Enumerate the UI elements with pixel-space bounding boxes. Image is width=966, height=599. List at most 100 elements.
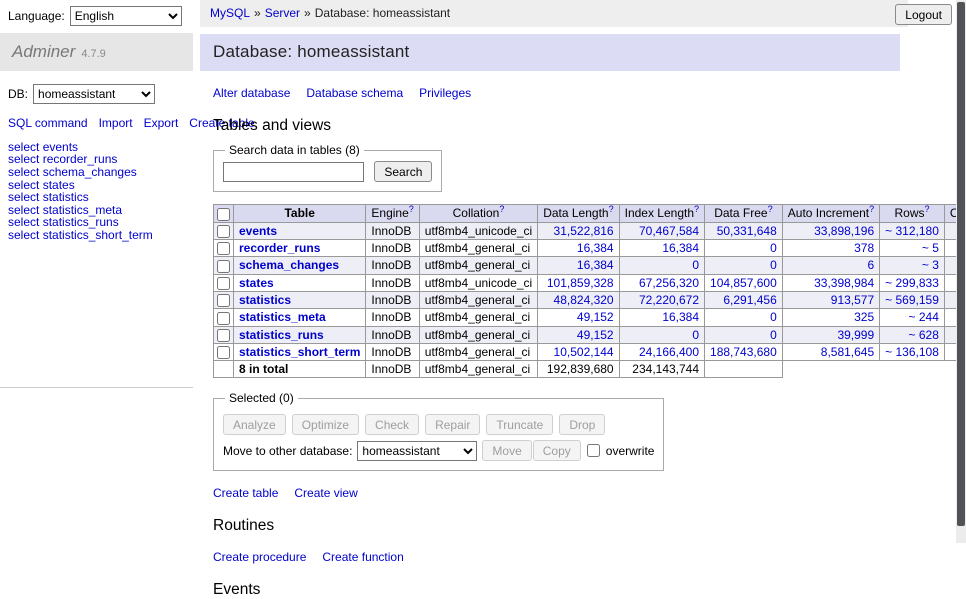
table-name-link-statistics[interactable]: statistics <box>239 293 291 307</box>
create-link-create-view[interactable]: Create view <box>294 486 357 500</box>
auto-increment-link[interactable]: 8,581,645 <box>821 345 874 359</box>
data-length-link[interactable]: 49,152 <box>577 310 614 324</box>
index-length-link[interactable]: 24,166,400 <box>639 345 699 359</box>
table-name-link-events[interactable]: events <box>239 224 277 238</box>
sidebar-link-import[interactable]: Import <box>99 116 133 130</box>
data-length-link[interactable]: 49,152 <box>577 328 614 342</box>
selected-button-analyze[interactable]: Analyze <box>223 414 286 435</box>
db-select[interactable]: homeassistant <box>33 84 155 104</box>
move-button-move[interactable]: Move <box>482 440 531 461</box>
index-length-link[interactable]: 72,220,672 <box>639 293 699 307</box>
help-link-index-length[interactable]: ? <box>694 206 699 220</box>
search-button[interactable]: Search <box>374 161 432 182</box>
rows-link[interactable]: ~ 312,180 <box>885 224 939 238</box>
auto-increment-link[interactable]: 6 <box>867 258 874 272</box>
row-checkbox-events[interactable] <box>217 225 230 238</box>
rows-link[interactable]: ~ 244 <box>909 310 939 324</box>
data-free-link[interactable]: 188,743,680 <box>710 345 777 359</box>
table-name-link-statistics-meta[interactable]: statistics_meta <box>239 310 326 324</box>
help-link-data-length[interactable]: ? <box>609 206 614 220</box>
rows-link[interactable]: ~ 569,159 <box>885 293 939 307</box>
help-link-rows[interactable]: ? <box>925 206 930 220</box>
index-length-link[interactable]: 0 <box>692 258 699 272</box>
auto-increment-link[interactable]: 325 <box>854 310 874 324</box>
scrollbar-thumb[interactable] <box>957 2 965 526</box>
selected-button-optimize[interactable]: Optimize <box>292 414 359 435</box>
move-db-select[interactable]: homeassistant <box>357 441 477 461</box>
sidebar-select-link-statistics-short-term[interactable]: select <box>8 228 39 242</box>
data-free-link[interactable]: 104,857,600 <box>710 276 777 290</box>
overwrite-checkbox[interactable] <box>587 444 600 457</box>
sidebar-link-sql-command[interactable]: SQL command <box>8 116 88 130</box>
selected-button-drop[interactable]: Drop <box>559 414 605 435</box>
totals-row: 8 in totalInnoDButf8mb4_general_ci192,83… <box>214 361 966 378</box>
data-length-link[interactable]: 31,522,816 <box>554 224 614 238</box>
routines-link-create-procedure[interactable]: Create procedure <box>213 550 306 564</box>
auto-increment-link[interactable]: 33,898,196 <box>814 224 874 238</box>
db-link-database-schema[interactable]: Database schema <box>306 86 403 100</box>
help-link-data-free[interactable]: ? <box>768 206 773 220</box>
db-link-privileges[interactable]: Privileges <box>419 86 471 100</box>
index-length-link[interactable]: 0 <box>692 328 699 342</box>
data-free-link[interactable]: 0 <box>770 328 777 342</box>
overwrite-label[interactable]: overwrite <box>606 444 655 458</box>
data-free-link[interactable]: 0 <box>770 241 777 255</box>
row-checkbox-statistics[interactable] <box>217 294 230 307</box>
data-free-link[interactable]: 6,291,456 <box>723 293 776 307</box>
data-free-link[interactable]: 50,331,648 <box>717 224 777 238</box>
table-name-link-recorder-runs[interactable]: recorder_runs <box>239 241 320 255</box>
data-length-link[interactable]: 101,859,328 <box>547 276 614 290</box>
logout-button[interactable]: Logout <box>895 4 952 25</box>
breadcrumb-mysql-link[interactable]: MySQL <box>210 6 250 20</box>
routines-link-create-function[interactable]: Create function <box>322 550 403 564</box>
language-select[interactable]: English <box>70 6 182 26</box>
move-button-copy[interactable]: Copy <box>533 440 581 461</box>
select-all-checkbox[interactable] <box>217 208 230 221</box>
selected-button-truncate[interactable]: Truncate <box>486 414 553 435</box>
data-free-link[interactable]: 0 <box>770 258 777 272</box>
rows-link[interactable]: ~ 136,108 <box>885 345 939 359</box>
db-link-alter-database[interactable]: Alter database <box>213 86 290 100</box>
rows-link[interactable]: ~ 299,833 <box>885 276 939 290</box>
data-length-link[interactable]: 10,502,144 <box>554 345 614 359</box>
brand-version-link[interactable]: 4.7.9 <box>81 48 105 60</box>
auto-increment-link[interactable]: 39,999 <box>837 328 874 342</box>
sidebar-link-export[interactable]: Export <box>144 116 179 130</box>
create-link-create-table[interactable]: Create table <box>213 486 278 500</box>
table-name-link-states[interactable]: states <box>239 276 274 290</box>
data-length-link[interactable]: 16,384 <box>577 258 614 272</box>
auto-increment-link[interactable]: 913,577 <box>831 293 874 307</box>
engine-cell: InnoDB <box>366 239 419 256</box>
data-free-link[interactable]: 0 <box>770 310 777 324</box>
rows-link[interactable]: ~ 628 <box>909 328 939 342</box>
row-checkbox-schema-changes[interactable] <box>217 260 230 273</box>
table-name-link-schema-changes[interactable]: schema_changes <box>239 258 339 272</box>
help-link-collation[interactable]: ? <box>499 206 504 220</box>
auto-increment-link[interactable]: 378 <box>854 241 874 255</box>
row-checkbox-states[interactable] <box>217 277 230 290</box>
index-length-link[interactable]: 16,384 <box>662 241 699 255</box>
help-link-engine[interactable]: ? <box>409 206 414 220</box>
row-checkbox-statistics-meta[interactable] <box>217 312 230 325</box>
sidebar-table-link-statistics-short-term[interactable]: statistics_short_term <box>43 228 153 242</box>
row-checkbox-statistics-short-term[interactable] <box>217 346 230 359</box>
auto-increment-link[interactable]: 33,398,984 <box>814 276 874 290</box>
row-checkbox-recorder-runs[interactable] <box>217 242 230 255</box>
index-length-link[interactable]: 16,384 <box>662 310 699 324</box>
table-name-link-statistics-runs[interactable]: statistics_runs <box>239 328 324 342</box>
index-length-link[interactable]: 67,256,320 <box>639 276 699 290</box>
data-length-link[interactable]: 48,824,320 <box>554 293 614 307</box>
row-checkbox-statistics-runs[interactable] <box>217 329 230 342</box>
selected-button-check[interactable]: Check <box>365 414 419 435</box>
scrollbar[interactable] <box>956 0 966 543</box>
rows-link[interactable]: ~ 5 <box>922 241 939 255</box>
table-name-link-statistics-short-term[interactable]: statistics_short_term <box>239 345 360 359</box>
help-link-auto-increment[interactable]: ? <box>869 206 874 220</box>
search-input[interactable] <box>223 162 364 182</box>
selected-button-repair[interactable]: Repair <box>425 414 480 435</box>
breadcrumb-server-link[interactable]: Server <box>265 6 300 20</box>
index-length-link[interactable]: 70,467,584 <box>639 224 699 238</box>
data-length-link[interactable]: 16,384 <box>577 241 614 255</box>
rows-link[interactable]: ~ 3 <box>922 258 939 272</box>
data-length-cell: 31,522,816 <box>538 222 619 239</box>
